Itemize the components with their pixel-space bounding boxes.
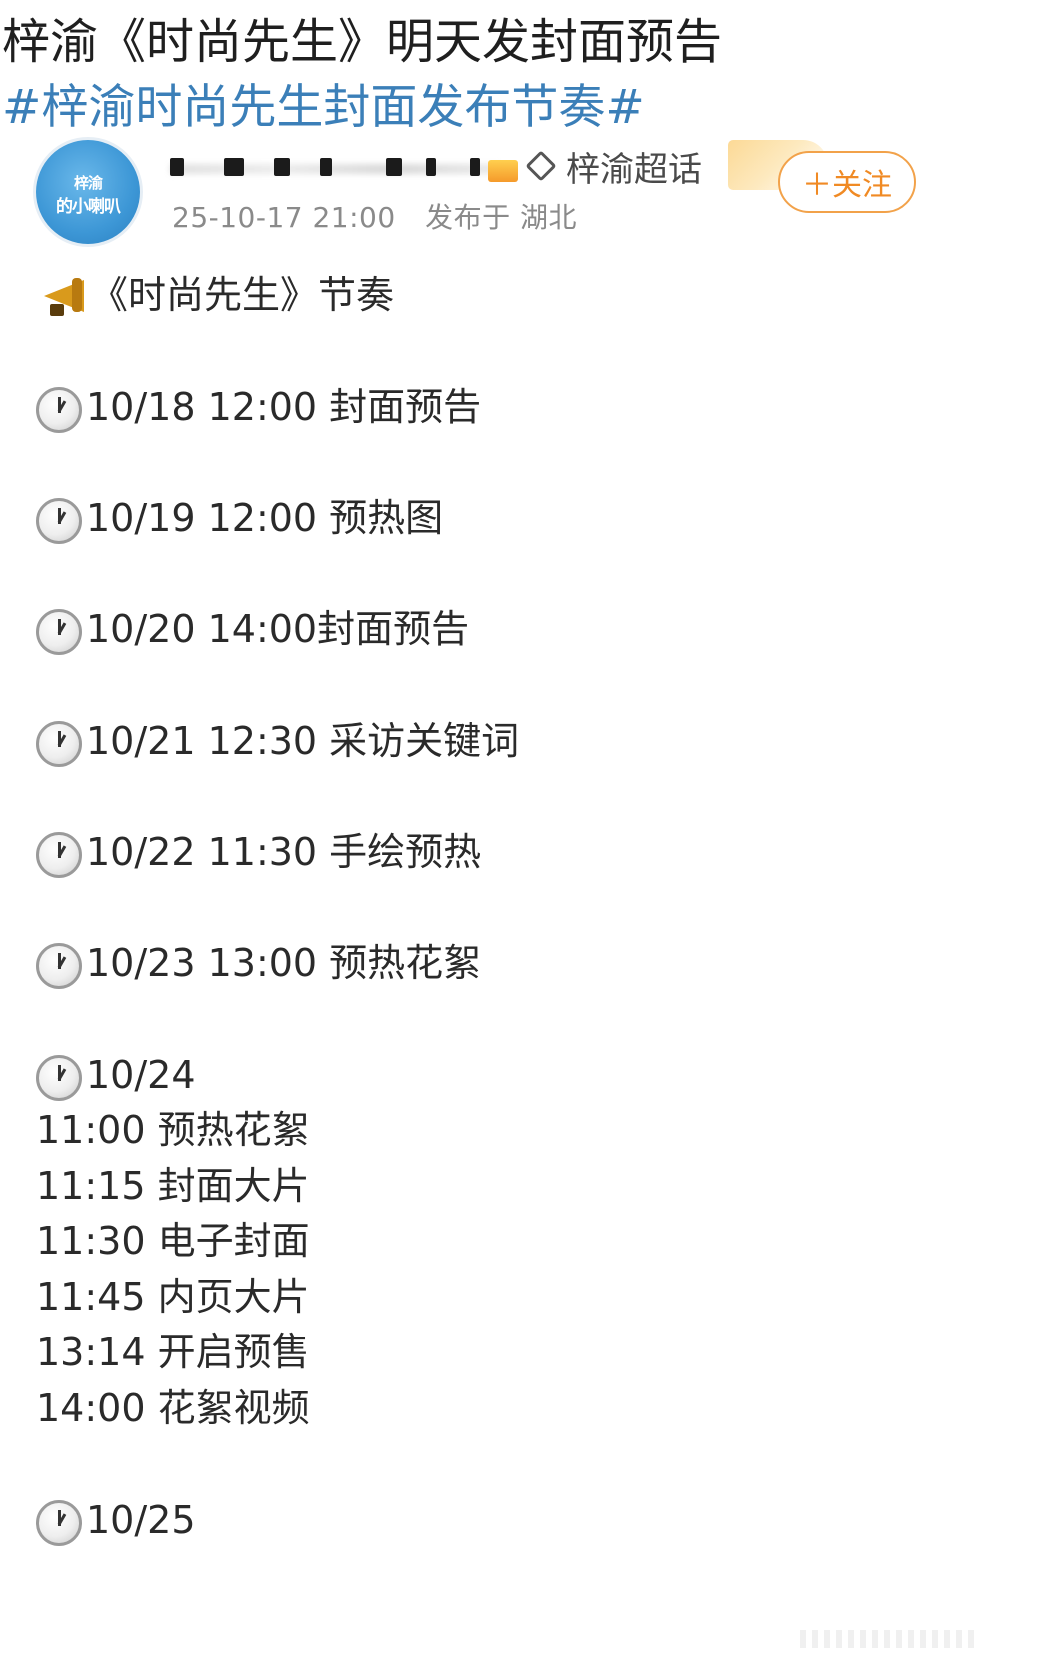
- schedule-text: 10/22 11:30 手绘预热: [86, 830, 482, 874]
- avatar-text-top: 梓渝: [73, 174, 103, 192]
- schedule-item: 10/21 12:30 采访关键词: [36, 713, 519, 769]
- post-timestamp: 25-10-17 21:00: [172, 201, 396, 234]
- username-redacted[interactable]: [170, 150, 520, 182]
- day-item: 11:00 预热花絮: [36, 1108, 310, 1152]
- day-heading: 10/25: [36, 1492, 196, 1548]
- post-location: 发布于 湖北: [425, 201, 577, 234]
- clock-icon: [36, 831, 82, 878]
- super-topic-icon: [525, 150, 557, 182]
- schedule-item: 10/23 13:00 预热花絮: [36, 935, 481, 991]
- post-headline: 梓渝《时尚先生》明天发封面预告: [2, 14, 723, 70]
- hashtag-link[interactable]: #梓渝时尚先生封面发布节奏#: [2, 78, 645, 138]
- clock-icon: [36, 942, 82, 989]
- day-date: 10/25: [86, 1498, 196, 1542]
- day-item: 11:30 电子封面: [36, 1219, 310, 1263]
- avatar-text-bottom: 的小喇叭: [56, 197, 121, 217]
- intro-line: 《时尚先生》节奏: [36, 267, 394, 323]
- level-badge: [488, 160, 518, 182]
- clock-icon: [36, 720, 82, 767]
- day-date: 10/24: [86, 1053, 196, 1097]
- super-topic-link[interactable]: 梓渝超话: [525, 146, 702, 190]
- clock-icon: [36, 1499, 82, 1546]
- schedule-text: 10/18 12:00 封面预告: [86, 385, 482, 429]
- schedule-text: 10/21 12:30 采访关键词: [86, 719, 520, 763]
- post-meta: 25-10-17 21:00 发布于 湖北: [172, 196, 577, 236]
- follow-button[interactable]: ＋关注: [778, 151, 916, 213]
- super-topic-label: 梓渝超话: [566, 149, 702, 190]
- avatar[interactable]: 梓渝 的小喇叭: [36, 140, 140, 244]
- clock-icon: [36, 608, 82, 655]
- day-item: 14:00 花絮视频: [36, 1386, 310, 1430]
- schedule-text: 10/23 13:00 预热花絮: [86, 941, 482, 985]
- day-item: 11:45 内页大片: [36, 1275, 310, 1319]
- clock-icon: [36, 386, 82, 433]
- megaphone-icon: [36, 277, 86, 318]
- schedule-item: 10/20 14:00封面预告: [36, 601, 469, 657]
- intro-text: 《时尚先生》节奏: [90, 273, 395, 317]
- day-item: 13:14 开启预售: [36, 1330, 310, 1374]
- schedule-item: 10/22 11:30 手绘预热: [36, 824, 481, 880]
- schedule-item: 10/18 12:00 封面预告: [36, 379, 481, 435]
- schedule-text: 10/20 14:00封面预告: [86, 607, 470, 651]
- day-heading: 10/24: [36, 1047, 196, 1103]
- clock-icon: [36, 1054, 82, 1101]
- schedule-text: 10/19 12:00 预热图: [86, 496, 444, 540]
- schedule-item: 10/19 12:00 预热图: [36, 490, 443, 546]
- watermark: [800, 1630, 980, 1648]
- clock-icon: [36, 497, 82, 544]
- day-item: 11:15 封面大片: [36, 1164, 310, 1208]
